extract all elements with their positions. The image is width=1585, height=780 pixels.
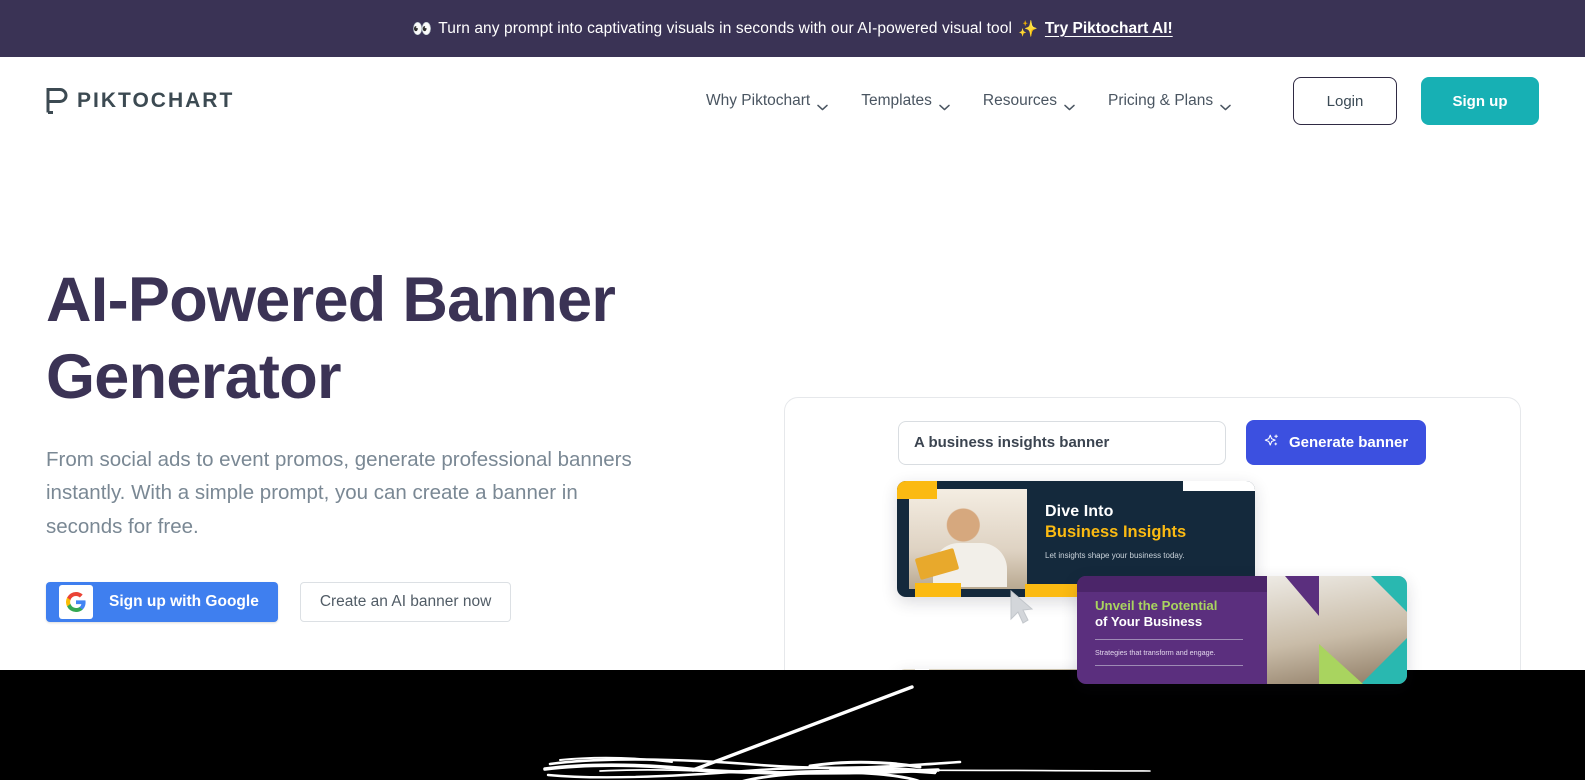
nav-item-label: Why Piktochart: [706, 92, 811, 109]
footer-black-section: [0, 670, 1585, 780]
hero-copy: AI-Powered Banner Generator From social …: [46, 262, 686, 622]
banner-accent-shape: [897, 481, 937, 499]
abstract-line-art: [543, 685, 1151, 780]
chevron-down-icon: [817, 98, 828, 110]
nav-item-label: Templates: [861, 92, 932, 109]
divider: [1095, 664, 1243, 666]
chevron-down-icon: [1064, 98, 1075, 110]
main-navigation: Why Piktochart Templates Resources Prici…: [706, 57, 1231, 145]
mouse-pointer-icon: [1007, 588, 1037, 628]
hero-cta-group: Sign up with Google Create an AI banner …: [46, 581, 686, 622]
piktochart-logo[interactable]: PIKTOCHART: [46, 88, 234, 114]
nav-item-why-piktochart[interactable]: Why Piktochart: [706, 92, 828, 110]
banner-accent-shape: [1371, 576, 1407, 612]
nav-item-pricing-plans[interactable]: Pricing & Plans: [1108, 92, 1231, 110]
piktochart-logo-icon: [46, 88, 68, 114]
page-title-line1: AI-Powered Banner: [46, 265, 616, 335]
page-title-line2: Generator: [46, 341, 341, 412]
chevron-down-icon: [1220, 98, 1231, 110]
banner-headline-line2: Business Insights: [1045, 523, 1187, 541]
promo-banner-text: Turn any prompt into captivating visuals…: [438, 19, 1012, 37]
banner-accent-shape: [1077, 576, 1287, 592]
banner-tagline: Strategies that transform and engage.: [1095, 647, 1216, 657]
piktochart-logo-text: PIKTOCHART: [77, 89, 235, 112]
login-button[interactable]: Login: [1293, 77, 1397, 125]
divider: [1095, 638, 1243, 640]
nav-item-templates[interactable]: Templates: [861, 92, 950, 110]
banner-accent-shape: [915, 583, 961, 597]
banner-preview-purple[interactable]: Unveil the Potential of Your Business St…: [1077, 576, 1407, 684]
promo-banner: 👀 Turn any prompt into captivating visua…: [0, 0, 1585, 57]
chevron-down-icon: [939, 98, 950, 110]
banner-headline-line2: of Your Business: [1095, 613, 1203, 629]
banner-text-block: Dive Into Business Insights Let insights…: [1045, 503, 1245, 560]
signup-button[interactable]: Sign up: [1421, 77, 1539, 125]
banner-tagline: Let insights shape your business today.: [1045, 551, 1185, 560]
nav-item-label: Resources: [982, 92, 1057, 109]
signup-with-google-label: Sign up with Google: [109, 592, 259, 610]
banner-accent-shape: [1285, 576, 1319, 616]
create-ai-banner-button[interactable]: Create an AI banner now: [299, 581, 512, 622]
sparkles-icon: ✨: [1018, 20, 1038, 38]
hero-subtitle: From social ads to event promos, generat…: [46, 447, 632, 538]
banner-accent-shape: [1319, 644, 1363, 684]
banner-accent-shape: [1183, 481, 1255, 491]
promo-banner-link[interactable]: Try Piktochart AI!: [1045, 20, 1173, 38]
banner-photo: [909, 489, 1027, 589]
header-auth-actions: Login Sign up: [1293, 57, 1539, 145]
banner-headline-line1: Unveil the Potential: [1095, 598, 1218, 613]
hero-section: AI-Powered Banner Generator From social …: [0, 145, 1585, 780]
banner-accent-shape: [1361, 638, 1407, 684]
nav-item-label: Pricing & Plans: [1107, 92, 1214, 109]
eyes-icon: 👀: [412, 20, 433, 38]
page-title: AI-Powered Banner Generator: [46, 262, 686, 416]
banner-text-block: Unveil the Potential of Your Business St…: [1095, 598, 1275, 666]
banner-headline-line1: Dive Into: [1045, 503, 1114, 520]
google-icon: [59, 584, 93, 619]
site-header: PIKTOCHART Why Piktochart Templates Reso…: [0, 57, 1585, 145]
signup-with-google-button[interactable]: Sign up with Google: [46, 581, 278, 622]
nav-item-resources[interactable]: Resources: [983, 92, 1075, 110]
